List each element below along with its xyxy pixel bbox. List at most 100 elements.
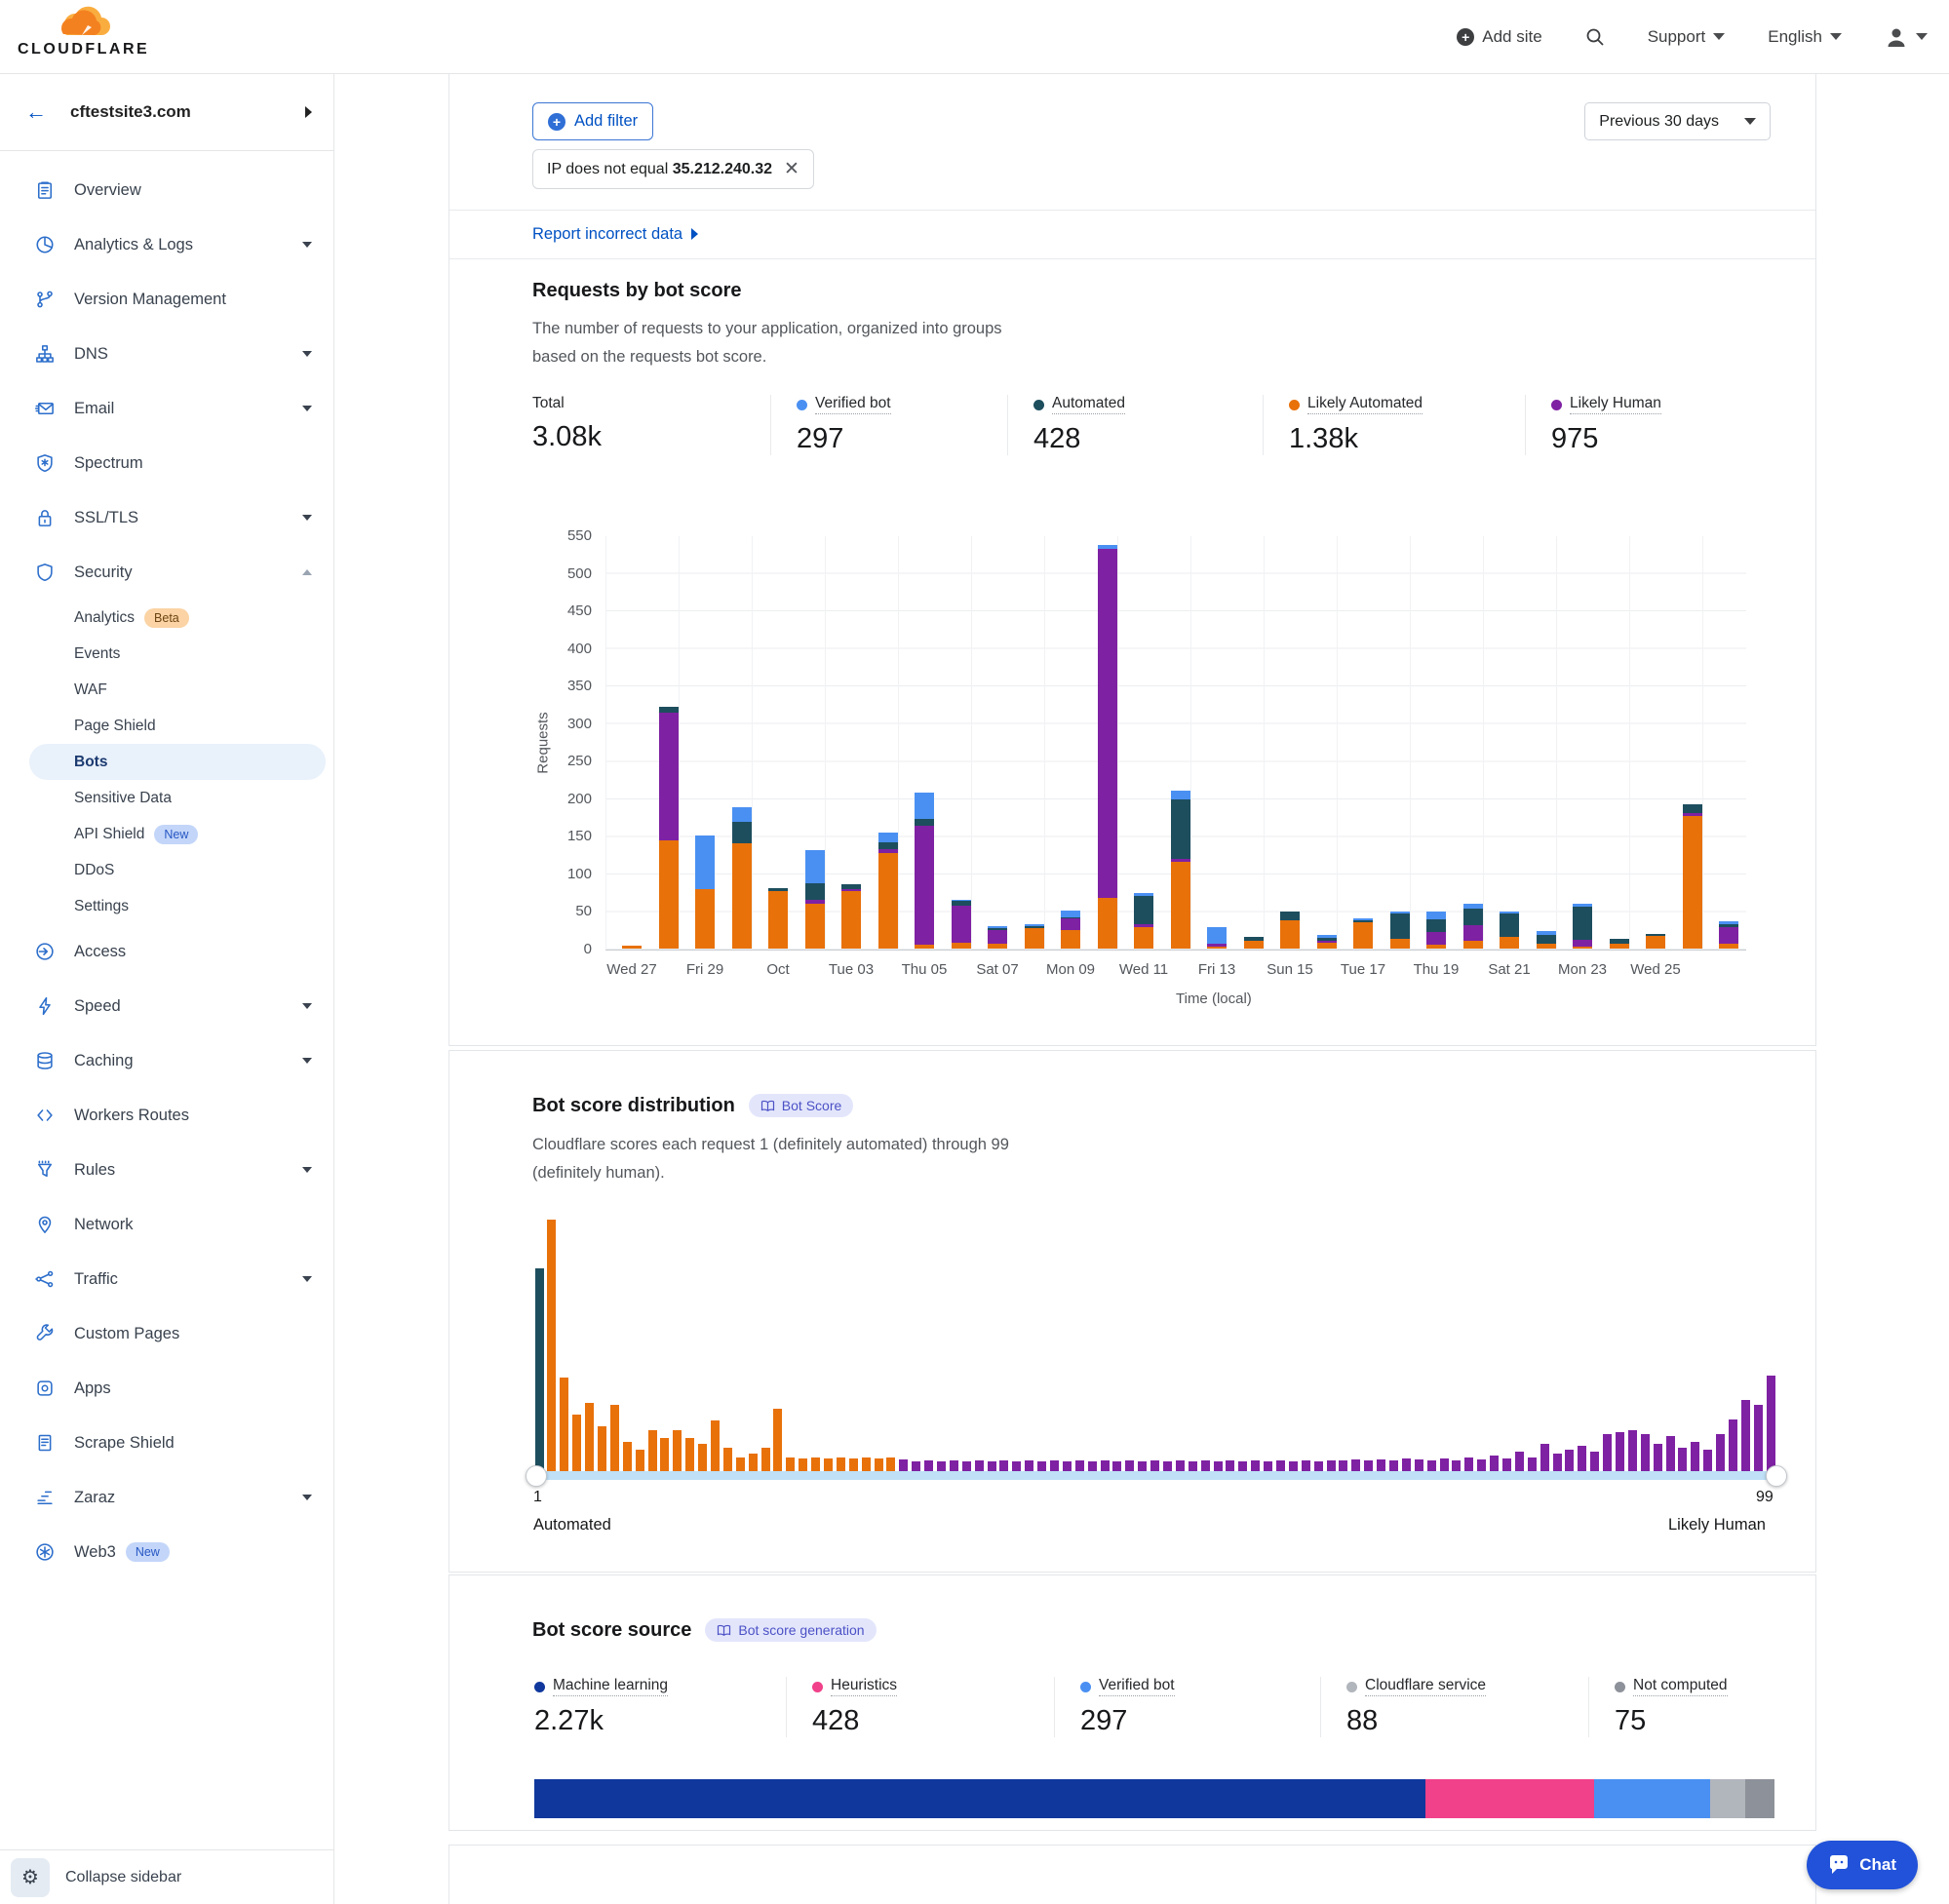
histogram-bar[interactable] — [1741, 1400, 1750, 1473]
histogram-bar[interactable] — [1540, 1444, 1549, 1473]
histogram-bar[interactable] — [1678, 1448, 1687, 1473]
stacked-bar[interactable] — [988, 926, 1007, 949]
histogram-bar[interactable] — [1654, 1444, 1662, 1473]
sidebar-item-analytics-logs[interactable]: Analytics & Logs — [0, 217, 333, 272]
stat-label[interactable]: Likely Automated — [1307, 395, 1423, 414]
histogram-bar[interactable] — [711, 1420, 720, 1473]
source-stat-label[interactable]: Verified bot — [1099, 1677, 1175, 1696]
histogram-bar[interactable] — [1515, 1452, 1524, 1473]
sidebar-subitem-analytics[interactable]: AnalyticsBeta — [0, 600, 333, 636]
stacked-bar[interactable] — [1573, 904, 1592, 949]
histogram-bar[interactable] — [660, 1438, 669, 1473]
bot-score-badge[interactable]: Bot Score — [749, 1094, 853, 1117]
sidebar-item-overview[interactable]: Overview — [0, 163, 333, 217]
histogram-bar[interactable] — [761, 1448, 770, 1473]
histogram-bar[interactable] — [773, 1409, 782, 1473]
stacked-bar[interactable] — [915, 793, 934, 949]
histogram-bar[interactable] — [1716, 1434, 1725, 1473]
add-filter-button[interactable]: + Add filter — [532, 102, 653, 140]
slider-handle-min[interactable] — [526, 1465, 547, 1487]
gear-icon[interactable]: ⚙ — [11, 1858, 50, 1897]
histogram-bar[interactable] — [1590, 1452, 1599, 1473]
date-range-select[interactable]: Previous 30 days — [1584, 102, 1771, 140]
histogram-bar[interactable] — [1729, 1419, 1737, 1473]
support-menu[interactable]: Support — [1648, 27, 1726, 47]
histogram-bar[interactable] — [610, 1405, 619, 1473]
stat-label[interactable]: Verified bot — [815, 395, 891, 414]
stacked-bar[interactable] — [768, 888, 788, 949]
stacked-bar[interactable] — [1280, 912, 1300, 949]
stacked-bar[interactable] — [1683, 804, 1702, 949]
histogram-bar[interactable] — [1703, 1450, 1712, 1473]
slider-handle-max[interactable] — [1766, 1465, 1787, 1487]
sidebar-subitem-events[interactable]: Events — [0, 636, 333, 672]
sidebar-item-workers-routes[interactable]: Workers Routes — [0, 1088, 333, 1143]
histogram-bar[interactable] — [560, 1378, 568, 1473]
sidebar-item-traffic[interactable]: Traffic — [0, 1252, 333, 1306]
histogram-bar[interactable] — [623, 1442, 632, 1473]
sidebar-item-scrape-shield[interactable]: Scrape Shield — [0, 1416, 333, 1470]
sidebar-item-network[interactable]: Network — [0, 1197, 333, 1252]
stacked-bar[interactable] — [1353, 918, 1373, 949]
histogram-bar[interactable] — [547, 1220, 556, 1473]
sidebar-subitem-bots[interactable]: Bots — [29, 744, 326, 780]
stacked-bar[interactable] — [1719, 921, 1738, 949]
sidebar-item-apps[interactable]: Apps — [0, 1361, 333, 1416]
stacked-bar[interactable] — [1317, 935, 1337, 949]
sidebar-item-custom-pages[interactable]: Custom Pages — [0, 1306, 333, 1361]
sidebar-subitem-page-shield[interactable]: Page Shield — [0, 708, 333, 744]
sidebar-subitem-sensitive-data[interactable]: Sensitive Data — [0, 780, 333, 816]
histogram-bar[interactable] — [648, 1430, 657, 1473]
histogram-bar[interactable] — [1666, 1436, 1675, 1473]
search-button[interactable] — [1585, 27, 1605, 47]
filter-chip[interactable]: IP does not equal 35.212.240.32 ✕ — [532, 149, 814, 189]
stacked-bar[interactable] — [1463, 904, 1483, 949]
cloudflare-logo[interactable]: CLOUDFLARE — [18, 6, 149, 58]
report-incorrect-data-link[interactable]: Report incorrect data — [532, 225, 698, 244]
sidebar-item-security[interactable]: Security — [0, 545, 333, 600]
remove-filter-icon[interactable]: ✕ — [784, 158, 799, 180]
sidebar-item-ssl-tls[interactable]: SSL/TLS — [0, 490, 333, 545]
source-stat-label[interactable]: Cloudflare service — [1365, 1677, 1486, 1696]
histogram-bar[interactable] — [685, 1438, 694, 1473]
stacked-bar[interactable] — [1646, 934, 1665, 949]
stacked-bar[interactable] — [1244, 937, 1264, 949]
histogram-bar[interactable] — [1616, 1432, 1624, 1473]
sidebar-item-rules[interactable]: Rules — [0, 1143, 333, 1197]
histogram-bar[interactable] — [1578, 1446, 1586, 1473]
histogram-bar[interactable] — [585, 1403, 594, 1473]
stacked-bar[interactable] — [659, 707, 679, 949]
stacked-bar[interactable] — [841, 884, 861, 949]
histogram-bar[interactable] — [636, 1450, 644, 1473]
account-menu[interactable] — [1885, 25, 1928, 49]
histogram-bar[interactable] — [1767, 1376, 1775, 1473]
stacked-bar[interactable] — [732, 807, 752, 949]
histogram-bar[interactable] — [598, 1426, 606, 1473]
sidebar-item-version-management[interactable]: Version Management — [0, 272, 333, 327]
histogram-bar[interactable] — [1628, 1430, 1637, 1473]
sidebar-item-web3[interactable]: Web3New — [0, 1525, 333, 1579]
sidebar-subitem-settings[interactable]: Settings — [0, 888, 333, 924]
stacked-bar[interactable] — [805, 850, 825, 949]
source-stat-label[interactable]: Not computed — [1633, 1677, 1728, 1696]
stacked-bar[interactable] — [622, 946, 642, 949]
collapse-sidebar-button[interactable]: ⚙ Collapse sidebar — [0, 1849, 333, 1904]
histogram-bar[interactable] — [1603, 1434, 1612, 1473]
back-arrow-icon[interactable]: ← — [25, 99, 47, 125]
sidebar-item-speed[interactable]: Speed — [0, 979, 333, 1033]
sidebar-subitem-ddos[interactable]: DDoS — [0, 852, 333, 888]
histogram-bar[interactable] — [1565, 1450, 1574, 1473]
stacked-bar[interactable] — [1061, 911, 1080, 949]
language-menu[interactable]: English — [1768, 27, 1842, 47]
sidebar-item-access[interactable]: Access — [0, 924, 333, 979]
stacked-bar[interactable] — [1426, 912, 1446, 950]
stacked-bar[interactable] — [1171, 791, 1190, 949]
sidebar-item-zaraz[interactable]: Zaraz — [0, 1470, 333, 1525]
stacked-bar[interactable] — [1390, 912, 1410, 949]
source-stat-label[interactable]: Heuristics — [831, 1677, 897, 1696]
add-site-button[interactable]: + Add site — [1457, 27, 1541, 47]
bot-score-generation-badge[interactable]: Bot score generation — [705, 1618, 876, 1642]
stacked-bar[interactable] — [1134, 893, 1153, 949]
stacked-bar[interactable] — [1610, 939, 1629, 949]
histogram-bar[interactable] — [698, 1444, 707, 1473]
